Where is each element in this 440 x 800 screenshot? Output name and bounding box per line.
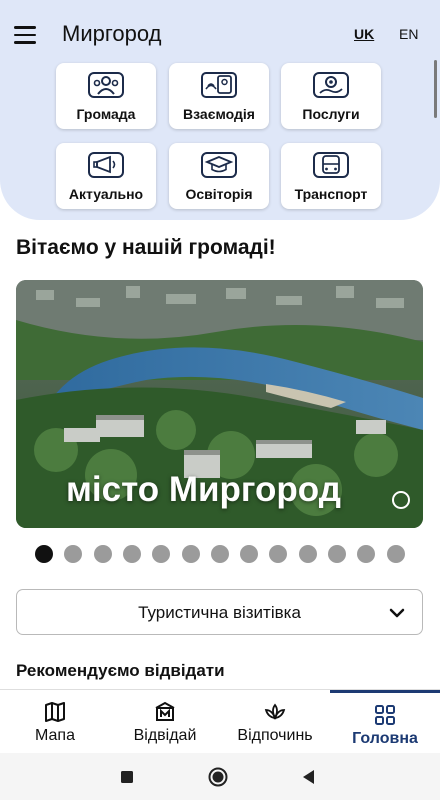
nav-label: Відвідай — [133, 727, 197, 744]
grid-icon — [375, 705, 395, 725]
tile-label: Транспорт — [294, 186, 368, 202]
interaction-icon — [201, 72, 237, 98]
tile-posluhy[interactable]: Послуги — [281, 63, 381, 129]
tile-aktualno[interactable]: Актуально — [56, 143, 156, 209]
museum-icon — [155, 701, 175, 721]
menu-icon[interactable] — [14, 26, 36, 44]
recent-apps-icon[interactable] — [116, 766, 138, 788]
hero-caption: місто Миргород — [66, 470, 341, 509]
megaphone-icon — [88, 152, 124, 178]
carousel-dot[interactable] — [64, 545, 83, 563]
carousel-dot[interactable] — [181, 545, 200, 563]
carousel-dot[interactable] — [386, 545, 405, 563]
nav-visit[interactable]: Відвідай — [110, 690, 220, 754]
tile-vzaiemodiia[interactable]: Взаємодія — [169, 63, 269, 129]
nav-label: Мапа — [35, 727, 75, 744]
carousel-dot[interactable] — [93, 545, 112, 563]
lang-uk-button[interactable]: UK — [354, 26, 374, 42]
nav-map[interactable]: Мапа — [0, 690, 110, 754]
bus-icon — [313, 152, 349, 178]
section-title: Рекомендуємо відвідати — [16, 661, 225, 680]
carousel-dot[interactable] — [240, 545, 259, 563]
tile-transport[interactable]: Транспорт — [281, 143, 381, 209]
chevron-down-icon — [389, 608, 405, 618]
nav-relax[interactable]: Відпочинь — [220, 690, 330, 754]
nav-label: Головна — [352, 730, 418, 747]
welcome-heading: Вітаємо у нашій громаді! — [16, 236, 276, 259]
education-icon — [201, 152, 237, 178]
community-icon — [88, 72, 124, 98]
tile-hromada[interactable]: Громада — [56, 63, 156, 129]
carousel-dot[interactable] — [122, 545, 141, 563]
carousel-dot[interactable] — [328, 545, 346, 563]
lotus-icon — [264, 703, 286, 721]
tile-label: Взаємодія — [183, 106, 255, 122]
slideshow-pause-icon[interactable] — [392, 491, 410, 509]
app-title: Миргород — [62, 21, 162, 46]
carousel-dot[interactable] — [152, 545, 171, 563]
map-icon — [45, 702, 65, 722]
back-icon[interactable] — [298, 766, 320, 788]
carousel-dot[interactable] — [357, 545, 376, 563]
carousel-dot[interactable] — [298, 545, 317, 563]
scrollbar[interactable] — [434, 60, 437, 118]
category-dropdown[interactable]: Туристична візитівка — [16, 589, 423, 635]
system-navigation-bar — [0, 753, 440, 800]
nav-label: Відпочинь — [237, 727, 313, 744]
lang-en-button[interactable]: EN — [399, 26, 418, 42]
header-panel: Миргород UK EN Громада Взаємодія Послуги — [0, 0, 440, 220]
carousel-dot[interactable] — [35, 545, 53, 563]
tile-label: Освіторія — [185, 186, 253, 202]
services-icon — [313, 72, 349, 98]
tile-label: Громада — [76, 106, 136, 122]
tile-osvitoriia[interactable]: Освіторія — [169, 143, 269, 209]
carousel-dot[interactable] — [269, 545, 288, 563]
home-icon[interactable] — [207, 766, 229, 788]
tile-label: Послуги — [302, 106, 360, 122]
dropdown-selected-value: Туристична візитівка — [138, 603, 301, 622]
bottom-navigation: Мапа Відвідай Відпочинь Головна — [0, 689, 440, 753]
nav-home[interactable]: Головна — [330, 690, 440, 754]
tile-label: Актуально — [68, 186, 144, 202]
carousel-dot[interactable] — [210, 545, 229, 563]
